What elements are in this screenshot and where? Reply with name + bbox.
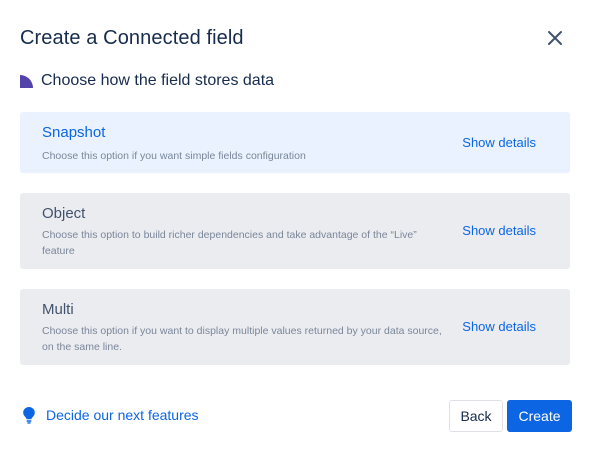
create-button[interactable]: Create bbox=[507, 400, 572, 432]
option-description: Choose this option if you want simple fi… bbox=[42, 150, 306, 162]
feedback-link-label: Decide our next features bbox=[46, 407, 199, 423]
option-description: Choose this option to build richer depen… bbox=[42, 229, 417, 257]
dialog-title: Create a Connected field bbox=[20, 26, 244, 49]
section-heading: Choose how the field stores data bbox=[20, 72, 274, 90]
feedback-link[interactable]: Decide our next features bbox=[22, 406, 199, 424]
option-title: Snapshot bbox=[42, 124, 106, 141]
back-button[interactable]: Back bbox=[449, 400, 503, 432]
dialog-header: Create a Connected field bbox=[20, 24, 572, 52]
section-marker-icon bbox=[20, 74, 33, 88]
show-details-link[interactable]: Show details bbox=[462, 319, 536, 334]
section-heading-text: Choose how the field stores data bbox=[41, 72, 275, 89]
option-title: Object bbox=[42, 205, 86, 222]
option-description: Choose this option if you want to displa… bbox=[42, 325, 442, 353]
option-object[interactable]: Object Choose this option to build riche… bbox=[20, 193, 570, 269]
option-multi[interactable]: Multi Choose this option if you want to … bbox=[20, 289, 570, 365]
show-details-link[interactable]: Show details bbox=[462, 223, 536, 238]
option-title: Multi bbox=[42, 301, 74, 318]
lightbulb-icon bbox=[23, 407, 35, 424]
close-button[interactable] bbox=[541, 24, 569, 52]
show-details-link[interactable]: Show details bbox=[462, 135, 536, 150]
option-snapshot[interactable]: Snapshot Choose this option if you want … bbox=[20, 112, 570, 173]
close-icon bbox=[548, 31, 562, 45]
create-connected-field-dialog: Create a Connected field Choose how the … bbox=[0, 0, 592, 452]
